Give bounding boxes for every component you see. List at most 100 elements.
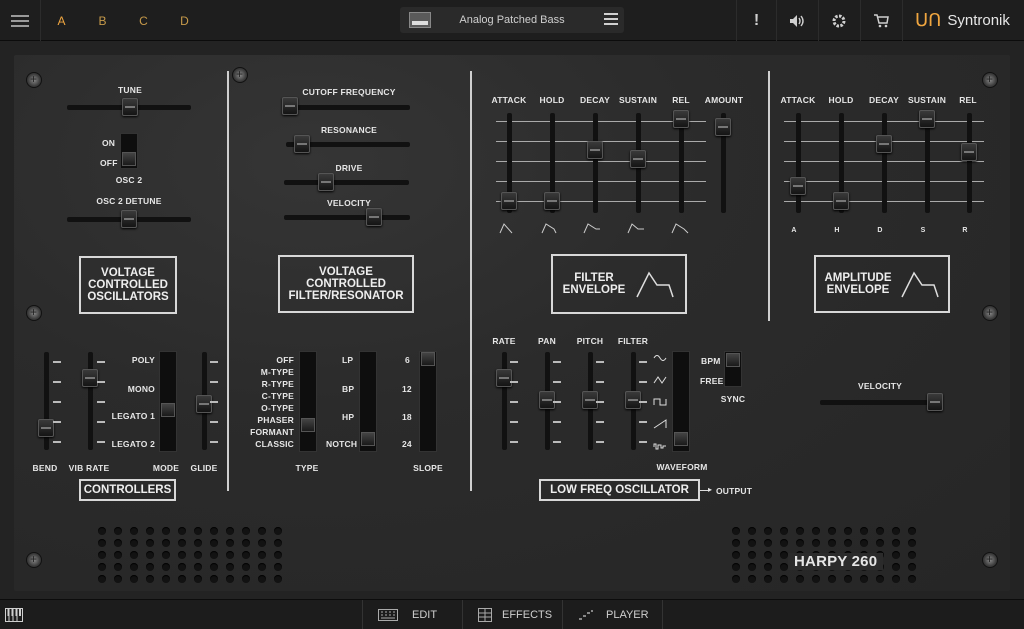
effects-button[interactable]: EFFECTS (478, 600, 552, 629)
saw-wave-icon[interactable] (653, 416, 667, 429)
amp-hold-fader-handle[interactable] (833, 192, 849, 210)
filter-hold-fader-handle[interactable] (544, 192, 560, 210)
filter-release-fader-track[interactable] (679, 113, 684, 213)
slope-selector[interactable] (419, 351, 437, 452)
cutoff-slider-track[interactable] (282, 105, 410, 110)
filter-mode-hp[interactable]: HP (342, 412, 354, 422)
filter-type-knob[interactable] (301, 418, 315, 432)
amp-attack-fader-track[interactable] (796, 113, 801, 213)
amp-decay-fader-handle[interactable] (876, 135, 892, 153)
slope-12[interactable]: 12 (402, 384, 412, 394)
drive-slider-handle[interactable] (318, 173, 334, 191)
amp-sustain-fader-track[interactable] (925, 113, 930, 213)
slope-18[interactable]: 18 (402, 412, 412, 422)
mode-option-mono[interactable]: MONO (114, 384, 155, 394)
random-wave-icon[interactable] (653, 438, 667, 450)
shop-button[interactable] (860, 0, 900, 41)
tick (53, 361, 61, 363)
amp-velocity-slider-track[interactable] (820, 400, 942, 405)
type-o[interactable]: O-TYPE (249, 403, 294, 413)
triangle-wave-icon[interactable] (653, 372, 667, 384)
type-phaser[interactable]: PHASER (249, 415, 294, 425)
glide-fader-handle[interactable] (196, 395, 212, 413)
filter-mode-selector[interactable] (359, 351, 377, 452)
keyboard-button[interactable] (5, 600, 31, 629)
alert-button[interactable]: ! (736, 0, 776, 41)
lfo-rate-fader-handle[interactable] (496, 369, 512, 387)
filter-mode-notch[interactable]: NOTCH (326, 439, 357, 449)
edit-button[interactable]: EDIT (378, 600, 437, 629)
part-tab-c[interactable]: C (123, 0, 164, 41)
filter-type-selector[interactable] (299, 351, 317, 452)
type-off[interactable]: OFF (249, 355, 294, 365)
slope-6[interactable]: 6 (405, 355, 410, 365)
amp-release-fader-track[interactable] (967, 113, 972, 213)
filter-sustain-fader-handle[interactable] (630, 150, 646, 168)
amp-sustain-fader-handle[interactable] (919, 110, 935, 128)
lfo-waveform-selector[interactable] (672, 351, 690, 452)
type-formant[interactable]: FORMANT (244, 427, 294, 437)
mode-option-legato-1[interactable]: LEGATO 1 (106, 411, 155, 421)
lfo-waveform-knob[interactable] (674, 432, 688, 446)
filter-envelope-title: FILTER ENVELOPE (551, 254, 687, 314)
amp-release-fader-handle[interactable] (961, 143, 977, 161)
main-menu-button[interactable] (0, 0, 41, 41)
settings-button[interactable] (818, 0, 858, 41)
sine-wave-icon[interactable] (653, 350, 667, 361)
type-r[interactable]: R-TYPE (249, 379, 294, 389)
lfo-bpm-label[interactable]: BPM (701, 356, 721, 366)
player-button[interactable]: PLAYER (578, 600, 649, 629)
lfo-free-label[interactable]: FREE (700, 376, 723, 386)
tick (510, 401, 518, 403)
lfo-pan-fader-handle[interactable] (539, 391, 555, 409)
lfo-sync-switch[interactable] (724, 351, 742, 387)
filter-mode-bp[interactable]: BP (342, 384, 354, 394)
mode-option-legato-2[interactable]: LEGATO 2 (106, 439, 155, 449)
filter-mode-knob[interactable] (361, 432, 375, 446)
mode-selector-knob[interactable] (161, 403, 175, 417)
resonance-slider-handle[interactable] (294, 135, 310, 153)
amp-attack-fader-handle[interactable] (790, 177, 806, 195)
type-m[interactable]: M-TYPE (249, 367, 294, 377)
filter-release-fader-handle[interactable] (673, 110, 689, 128)
vib-rate-fader-track[interactable] (88, 352, 93, 450)
envelope-shape-icon (900, 271, 939, 298)
lfo-sync-switch-knob[interactable] (726, 353, 740, 367)
cutoff-slider-handle[interactable] (282, 97, 298, 115)
lfo-pitch-fader-handle[interactable] (582, 391, 598, 409)
mode-option-poly[interactable]: POLY (114, 355, 155, 365)
filter-attack-fader-handle[interactable] (501, 192, 517, 210)
mode-selector[interactable] (159, 351, 177, 452)
part-tab-d[interactable]: D (164, 0, 205, 41)
part-tab-a[interactable]: A (41, 0, 82, 41)
osc2-switch[interactable] (120, 133, 138, 169)
volume-button[interactable] (776, 0, 816, 41)
type-c[interactable]: C-TYPE (249, 391, 294, 401)
tick (210, 381, 218, 383)
filter-mode-lp[interactable]: LP (342, 355, 353, 365)
osc2-switch-knob[interactable] (122, 152, 136, 166)
cart-icon (873, 13, 889, 27)
amp-velocity-slider-handle[interactable] (927, 393, 943, 411)
tune-slider-handle[interactable] (122, 98, 138, 116)
slope-24[interactable]: 24 (402, 439, 412, 449)
velocity-slider-track[interactable] (284, 215, 410, 220)
lfo-rate-fader-track[interactable] (502, 352, 507, 450)
drive-slider-track[interactable] (284, 180, 409, 185)
type-classic[interactable]: CLASSIC (244, 439, 294, 449)
filter-decay-fader-track[interactable] (593, 113, 598, 213)
section-divider (768, 71, 770, 321)
vib-rate-fader-handle[interactable] (82, 369, 98, 387)
slope-knob[interactable] (421, 352, 435, 366)
osc2-detune-slider-handle[interactable] (121, 210, 137, 228)
bend-fader-handle[interactable] (38, 419, 54, 437)
filter-amount-fader-handle[interactable] (715, 118, 731, 136)
part-tab-b[interactable]: B (82, 0, 123, 41)
lfo-filter-fader-handle[interactable] (625, 391, 641, 409)
square-wave-icon[interactable] (653, 394, 667, 406)
velocity-slider-handle[interactable] (366, 208, 382, 226)
preset-selector[interactable]: Analog Patched Bass (400, 7, 624, 33)
filter-decay-fader-handle[interactable] (587, 141, 603, 159)
preset-menu-icon[interactable] (604, 13, 618, 28)
amp-decay-fader-track[interactable] (882, 113, 887, 213)
